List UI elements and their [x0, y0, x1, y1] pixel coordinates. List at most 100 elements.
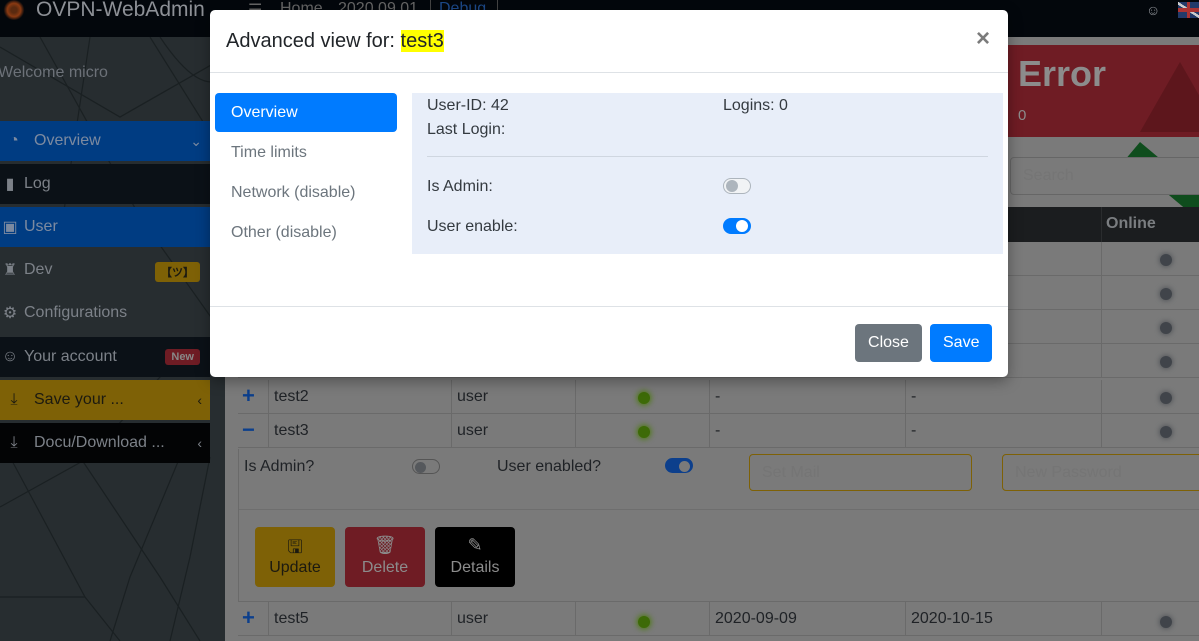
table-row[interactable]: + test2 user - -	[238, 380, 1199, 414]
divider	[427, 156, 988, 157]
offline-indicator	[1160, 426, 1172, 438]
expand-icon[interactable]: +	[242, 380, 255, 412]
tab-other[interactable]: Other (disable)	[215, 213, 397, 252]
welcome-text: Welcome micro	[0, 64, 108, 81]
sidebar: Welcome micro ◔ Overview ⌄ ▮ Log ▣ User …	[0, 37, 225, 641]
sidebar-item-log[interactable]: ▮ Log	[0, 164, 210, 204]
chevron-down-icon: ⌄	[190, 132, 202, 149]
user-enabled-label: User enabled?	[497, 458, 602, 475]
gear-icon: ⚙	[2, 305, 18, 322]
tab-overview[interactable]: Overview	[215, 93, 397, 132]
new-password-input[interactable]	[1002, 454, 1199, 491]
chevron-left-icon: ‹	[197, 435, 202, 451]
offline-indicator	[1160, 254, 1172, 266]
sidebar-item-label: Overview	[34, 132, 101, 149]
online-cell	[1101, 380, 1199, 414]
details-button[interactable]: ✎ Details	[435, 527, 515, 587]
uk-flag-icon[interactable]	[1178, 2, 1199, 18]
to-cell: -	[905, 380, 1101, 414]
sidebar-item-label: User	[24, 218, 58, 235]
download-icon: ⤓	[10, 434, 18, 451]
modal-header: Advanced view for: test3 ×	[210, 10, 1008, 73]
group-cell: user	[451, 380, 575, 414]
dev-badge: 【ツ】	[155, 262, 200, 282]
user-enable-switch[interactable]	[723, 218, 751, 234]
chevron-left-icon: ‹	[197, 392, 202, 408]
enabled-cell	[575, 414, 709, 448]
enabled-cell	[575, 380, 709, 414]
user-enabled-toggle[interactable]	[665, 458, 693, 473]
spy-icon: ♜	[2, 262, 18, 279]
sidebar-item-save-your[interactable]: ⤓ Save your ... ‹	[0, 380, 210, 420]
sidebar-item-label: Configurations	[24, 304, 128, 321]
set-mail-input[interactable]	[749, 454, 972, 491]
delete-button[interactable]: 🗑 Delete	[345, 527, 425, 587]
sidebar-item-label: Docu/Download ...	[34, 434, 165, 451]
from-cell: -	[709, 380, 905, 414]
offline-indicator	[1160, 356, 1172, 368]
last-login-text: Last Login:	[427, 121, 506, 138]
is-admin-switch[interactable]	[723, 178, 751, 194]
tab-network[interactable]: Network (disable)	[215, 173, 397, 212]
sidebar-item-label: Log	[24, 175, 51, 192]
save-button[interactable]: Save	[930, 324, 992, 362]
to-cell: 2020-10-15	[905, 602, 1101, 636]
user-enable-label: User enable:	[427, 218, 518, 235]
group-cell: user	[451, 602, 575, 636]
user-screen-icon: ▣	[2, 219, 18, 236]
offline-indicator	[1160, 392, 1172, 404]
table-row[interactable]: + test5 user 2020-09-09 2020-10-15	[238, 602, 1199, 636]
sidebar-item-your-account[interactable]: ☺ Your account New	[0, 337, 210, 377]
user-icon: ☺	[1, 348, 19, 365]
online-cell	[1101, 602, 1199, 636]
enabled-indicator	[638, 616, 650, 628]
user-edit-icon: ✎	[467, 535, 483, 555]
divider	[239, 509, 1199, 510]
header-divider	[1101, 207, 1102, 242]
sidebar-item-user[interactable]: ▣ User	[0, 207, 210, 247]
table-row[interactable]: − test3 user - -	[238, 414, 1199, 448]
close-icon[interactable]: ×	[976, 25, 990, 53]
close-button[interactable]: Close	[855, 324, 922, 362]
user-id-text: User-ID: 42	[427, 97, 509, 114]
app-title[interactable]: OVPN-WebAdmin	[36, 0, 205, 22]
online-cell	[1101, 276, 1199, 310]
is-admin-toggle[interactable]	[412, 459, 440, 474]
from-cell: -	[709, 414, 905, 448]
online-cell	[1101, 414, 1199, 448]
sidebar-item-label: Save your ...	[34, 391, 124, 408]
user-detail-panel: Is Admin? User enabled? 🖫 Update 🗑 Delet…	[238, 449, 1199, 602]
modal-username-highlight: test3	[400, 30, 444, 52]
offline-indicator	[1160, 616, 1172, 628]
sidebar-item-dev[interactable]: ♜ Dev 【ツ】	[0, 250, 210, 290]
collapse-icon[interactable]: −	[242, 414, 255, 446]
sidebar-item-docu-download[interactable]: ⤓ Docu/Download ... ‹	[0, 423, 210, 463]
header-online[interactable]: Online	[1106, 215, 1156, 233]
book-icon: ▮	[5, 176, 15, 193]
tab-time-limits[interactable]: Time limits	[215, 133, 397, 172]
error-card-title: Error	[1018, 53, 1107, 94]
trash-icon: 🗑	[373, 535, 397, 555]
user-account-icon[interactable]: ☺	[1146, 2, 1162, 18]
search-input[interactable]	[1010, 157, 1199, 195]
online-cell	[1101, 344, 1199, 378]
modal-title: Advanced view for: test3	[226, 30, 444, 53]
modal-title-prefix: Advanced view for:	[226, 30, 395, 52]
username-cell: test5	[268, 602, 448, 636]
sidebar-item-configurations[interactable]: ⚙ Configurations	[0, 293, 210, 333]
tachometer-icon: ◔	[9, 132, 19, 149]
online-cell	[1101, 242, 1199, 276]
expand-icon[interactable]: +	[242, 602, 255, 634]
update-button[interactable]: 🖫 Update	[255, 527, 335, 587]
error-card-count: 0	[1018, 107, 1027, 124]
sidebar-item-overview[interactable]: ◔ Overview ⌄	[0, 121, 210, 161]
warning-triangle-icon	[1140, 62, 1199, 132]
app-logo[interactable]	[0, 0, 30, 22]
username-cell: test3	[268, 414, 448, 448]
to-cell: -	[905, 414, 1101, 448]
advanced-view-modal: Advanced view for: test3 × Overview Time…	[210, 10, 1008, 377]
from-cell: 2020-09-09	[709, 602, 905, 636]
details-label: Details	[450, 559, 500, 576]
enabled-cell	[575, 602, 709, 636]
offline-indicator	[1160, 322, 1172, 334]
